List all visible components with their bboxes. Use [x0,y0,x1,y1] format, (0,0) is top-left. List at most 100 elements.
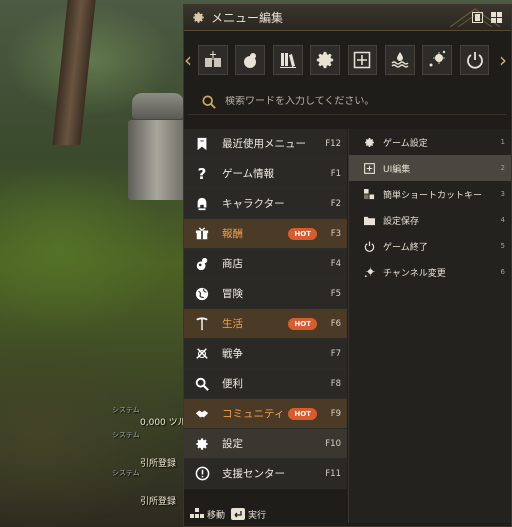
category-item[interactable]: 最近使用メニュー F12 [184,129,347,159]
power-icon [363,240,375,252]
globe-icon [194,286,210,302]
channel-icon [363,266,375,278]
category-item[interactable]: 冒険 F5 [184,279,347,309]
subitem-list: ゲーム設定 1 UI編集 2 簡単ショートカットキー 3 設定保存 4 ゲーム終了 5 チャンネル変… [348,129,511,523]
subitem-5[interactable]: ゲーム終了 5 [349,233,511,259]
category-item[interactable]: ? ゲーム情報 F1 [184,159,347,189]
settings-gear-icon [194,436,210,452]
crossed-swords-icon [194,346,210,362]
power-icon [466,52,483,69]
hotkey-label: F4 [330,258,341,269]
hotkey-label: F1 [330,168,341,179]
chat-line-text: 引所登録 [140,497,177,507]
category-item[interactable]: 報酬 HOT F3 [184,219,347,249]
toolbar-button-channel[interactable] [422,45,453,75]
subitem-3[interactable]: 簡単ショートカットキー 3 [349,181,511,207]
hot-badge: HOT [288,227,317,240]
hotkey-label: F8 [330,378,341,389]
category-label: 設定 [222,438,243,450]
subitem-label: UI編集 [383,164,411,175]
title-bar[interactable]: メニュー編集 [184,5,511,31]
hot-badge: HOT [288,317,317,330]
ui-edit-icon [363,162,375,174]
category-list: 最近使用メニュー F12? ゲーム情報 F1 キャラクター F2 報酬 HOT F3 商店 F4 冒険… [184,129,347,489]
toolbar-button-book[interactable] [198,45,228,75]
category-item[interactable]: 商店 F4 [184,249,347,279]
category-item[interactable]: 戦争 F7 [184,339,347,369]
subitem-number: 5 [500,242,505,250]
shop-icon [194,256,210,272]
water-icon [391,52,409,68]
tree-trunk [52,0,96,145]
chat-line-text: 0,000 ツル [140,418,187,428]
subitem-label: チャンネル変更 [383,268,446,279]
category-label: ゲーム情報 [222,168,275,180]
subitem-6[interactable]: チャンネル変更 6 [349,259,511,285]
library-icon [279,53,296,68]
category-item[interactable]: キャラクター F2 [184,189,347,219]
subitem-2[interactable]: UI編集 2 [349,155,511,181]
hot-badge: HOT [288,407,317,420]
menu-edit-window: メニュー編集 ‹ › 検索ワードを入力してください。 最近使用メニュー F12 … [183,4,512,527]
category-item[interactable]: 生活 HOT F6 [184,309,347,339]
chevron-left-icon[interactable]: ‹ [184,50,196,70]
toolbar-button-water[interactable] [384,45,415,75]
book-sword-icon [204,51,221,67]
hotkey-label: F10 [325,438,341,449]
chat-line-text: 引所登録 [140,459,177,469]
handshake-icon [194,406,210,422]
folder-icon [363,214,375,226]
stone-fountain-pillar [128,120,186,200]
category-label: キャラクター [222,198,285,210]
subitem-label: 設定保存 [383,216,420,227]
category-item[interactable]: コミュニティ HOT F9 [184,399,347,429]
hotkey-label: F6 [330,318,341,329]
magnifier-icon [194,376,210,392]
toolbar-button-power[interactable] [459,45,490,75]
ornament-decoration [450,8,500,28]
toolbar-button-settings[interactable] [310,45,340,75]
subitem-label: ゲーム設定 [383,138,428,149]
category-item[interactable]: 支援センター F11 [184,459,347,489]
hotkey-label: F12 [325,138,341,149]
subitem-label: 簡単ショートカットキー [383,190,483,201]
hotkey-label: F5 [330,288,341,299]
subitem-number: 3 [500,190,505,198]
category-label: 生活 [222,318,243,330]
key-hint-footer: 移動 実行 [184,503,511,525]
category-label: 支援センター [222,468,285,480]
category-label: 商店 [222,258,243,270]
search-icon [202,94,216,109]
subitem-1[interactable]: ゲーム設定 1 [349,129,511,155]
stone-fountain-top [132,93,184,119]
category-item[interactable]: 設定 F10 [184,429,347,459]
question-icon: ? [197,164,207,183]
subitem-number: 1 [500,138,505,146]
toolbar-button-shop[interactable] [235,45,266,75]
chat-line: システム [112,406,140,414]
window-title: メニュー編集 [211,11,284,25]
category-item[interactable]: 便利 F8 [184,369,347,399]
toolbar-button-library[interactable] [272,45,303,75]
bookmark-icon [194,136,210,152]
chevron-right-icon[interactable]: › [499,50,511,70]
gift-icon [194,226,210,242]
ui-edit-icon [354,51,371,69]
subitem-number: 4 [500,216,505,224]
help-center-icon [194,466,210,482]
helmet-icon [194,196,210,212]
hotkey-label: F3 [330,228,341,239]
search-bar [188,89,507,115]
category-label: 報酬 [222,228,243,240]
subitem-label: ゲーム終了 [383,242,428,253]
toolbar-button-ui-edit[interactable] [347,45,378,75]
pickaxe-icon [194,316,210,332]
hotkey-label: F9 [330,408,341,419]
hotkey-label: F2 [330,198,341,209]
execute-hint-label: 実行 [248,510,267,521]
subitem-4[interactable]: 設定保存 4 [349,207,511,233]
subitem-number: 6 [500,268,505,276]
chat-line: システム [112,469,140,477]
category-label: コミュニティ [222,408,285,420]
search-input[interactable] [225,96,493,107]
